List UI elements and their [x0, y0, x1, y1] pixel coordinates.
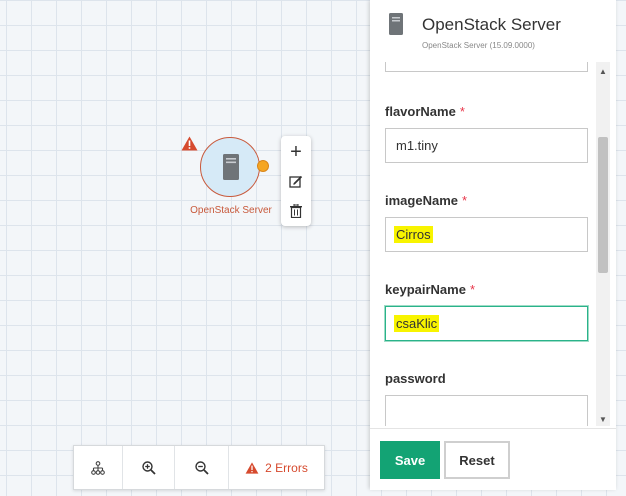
flavor-name-value: m1.tiny [396, 138, 438, 153]
panel-title: OpenStack Server [422, 15, 561, 34]
edit-button[interactable] [281, 167, 311, 197]
hierarchy-icon [91, 460, 105, 475]
errors-count: 2 Errors [265, 460, 308, 475]
image-name-input[interactable]: Cirros [385, 217, 588, 252]
layout-button[interactable] [74, 446, 122, 489]
flavor-name-input[interactable]: m1.tiny [385, 128, 588, 163]
field-label-text: flavorName [385, 104, 456, 119]
connection-port[interactable] [257, 160, 269, 172]
field-label-text: keypairName [385, 282, 466, 297]
required-marker: * [461, 193, 468, 208]
edit-icon [289, 175, 303, 188]
password-input[interactable] [385, 395, 588, 426]
errors-button[interactable]: 2 Errors [229, 446, 324, 489]
node-context-toolbar: + [281, 136, 311, 226]
properties-panel: OpenStack Server OpenStack Server (15.09… [370, 0, 616, 490]
save-button[interactable]: Save [380, 441, 440, 479]
form-scrollbar[interactable]: ▲ ▼ [596, 62, 610, 426]
properties-form: flavorName * m1.tiny imageName * Cirros ke… [370, 62, 616, 426]
reset-button[interactable]: Reset [444, 441, 510, 479]
warning-icon [181, 136, 198, 151]
plus-icon: + [290, 141, 302, 163]
image-name-value: Cirros [394, 226, 433, 243]
required-marker: * [459, 104, 465, 119]
keypair-name-label: keypairName * [385, 282, 475, 297]
canvas-toolbar: 2 Errors [73, 445, 325, 490]
keypair-name-value: csaKlic [394, 315, 440, 332]
warning-icon [245, 461, 259, 474]
field-label-text: imageName [385, 193, 458, 208]
keypair-name-input[interactable]: csaKlic [385, 306, 588, 341]
previous-field-input[interactable] [385, 62, 588, 72]
scroll-up-icon[interactable]: ▲ [596, 64, 610, 78]
zoom-out-button[interactable] [175, 446, 228, 489]
panel-footer: Save Reset [370, 428, 616, 490]
panel-subtitle: OpenStack Server (15.09.0000) [422, 41, 535, 50]
required-marker: * [469, 282, 476, 297]
flavor-name-label: flavorName * [385, 104, 465, 119]
panel-header: OpenStack Server OpenStack Server (15.09… [370, 0, 616, 60]
add-button[interactable]: + [281, 137, 311, 167]
server-icon [389, 13, 403, 35]
node-label: OpenStack Server [190, 205, 272, 216]
scroll-thumb[interactable] [598, 137, 608, 273]
delete-button[interactable] [281, 196, 311, 226]
zoom-out-icon [194, 460, 209, 475]
zoom-in-button[interactable] [123, 446, 174, 489]
zoom-in-icon [141, 460, 156, 475]
openstack-server-node[interactable] [200, 137, 260, 197]
scroll-down-icon[interactable]: ▼ [596, 412, 610, 426]
server-icon [223, 154, 239, 180]
trash-icon [290, 204, 302, 218]
password-label: password [385, 371, 446, 386]
image-name-label: imageName * [385, 193, 467, 208]
field-label-text: password [385, 371, 446, 386]
